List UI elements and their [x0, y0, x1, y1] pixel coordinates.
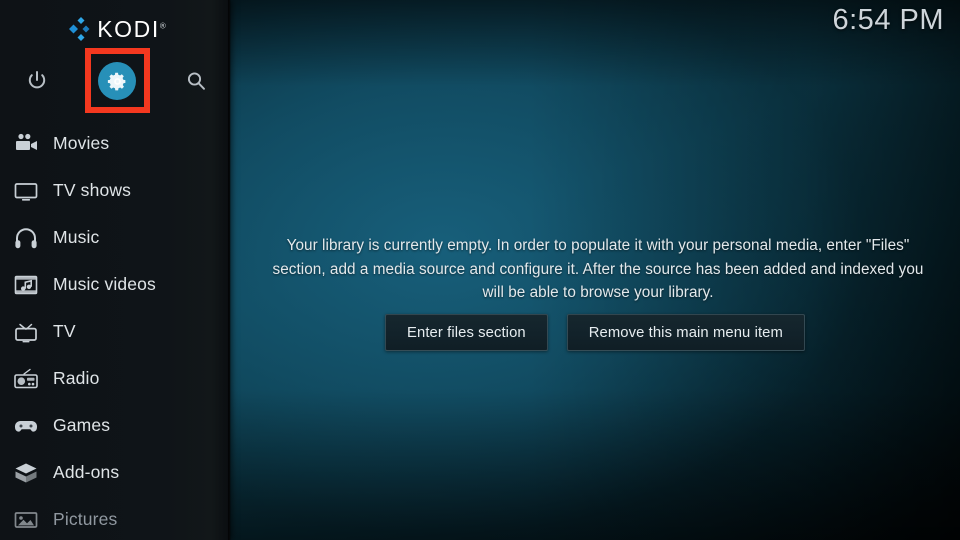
sidebar-item-label: TV shows — [53, 180, 132, 200]
sidebar-item-music[interactable]: Music — [0, 214, 230, 261]
sidebar-item-movies[interactable]: Movies — [0, 120, 230, 167]
settings-circle — [98, 62, 136, 100]
sidebar-item-label: Pictures — [53, 509, 118, 529]
sidebar-item-radio[interactable]: Radio — [0, 355, 230, 402]
sidebar-top-actions — [0, 48, 230, 114]
retro-tv-icon — [11, 317, 41, 347]
television-icon — [11, 176, 41, 206]
search-icon — [187, 72, 205, 90]
sidebar-item-label: TV — [53, 321, 76, 341]
main-content: Your library is currently empty. In orde… — [230, 0, 960, 540]
sidebar-item-add-ons[interactable]: Add-ons — [0, 449, 230, 496]
empty-library-message: Your library is currently empty. In orde… — [272, 237, 924, 301]
headphones-icon — [11, 223, 41, 253]
search-button[interactable] — [163, 48, 229, 114]
action-button-row: Enter files section Remove this main men… — [230, 314, 960, 351]
sidebar-item-label: Music videos — [53, 274, 156, 294]
enter-files-section-button[interactable]: Enter files section — [385, 314, 548, 351]
gear-icon — [107, 72, 126, 90]
kodi-home-screen: 6:54 PM Your library is currently empty.… — [0, 0, 960, 540]
picture-icon — [11, 505, 41, 535]
sidebar-item-label: Radio — [53, 368, 100, 388]
sidebar-item-pictures[interactable]: Pictures — [0, 496, 230, 540]
power-button[interactable] — [4, 48, 70, 114]
sidebar-menu: Movies TV shows Music Music videos TV Ra… — [0, 120, 230, 540]
radio-icon — [11, 364, 41, 394]
kodi-logo-icon — [69, 17, 90, 41]
open-box-icon — [11, 458, 41, 488]
kodi-logo: KODI® — [0, 14, 230, 44]
remove-main-menu-item-button[interactable]: Remove this main menu item — [566, 314, 805, 351]
film-music-icon — [11, 270, 41, 300]
sidebar-item-label: Add-ons — [53, 462, 120, 482]
settings-button[interactable] — [84, 48, 150, 114]
power-icon — [28, 71, 46, 89]
sidebar-edge — [228, 0, 231, 540]
sidebar: KODI® Movies TV shows Music Music videos… — [0, 0, 230, 540]
sidebar-item-tv[interactable]: TV — [0, 308, 230, 355]
kodi-wordmark-text: KODI — [97, 15, 160, 42]
sidebar-item-label: Music — [53, 227, 100, 247]
gamepad-icon — [11, 411, 41, 441]
kodi-trademark: ® — [159, 20, 166, 30]
sidebar-item-tv-shows[interactable]: TV shows — [0, 167, 230, 214]
sidebar-item-label: Movies — [53, 133, 110, 153]
kodi-wordmark: KODI® — [97, 15, 166, 42]
sidebar-item-games[interactable]: Games — [0, 402, 230, 449]
sidebar-item-music-videos[interactable]: Music videos — [0, 261, 230, 308]
movie-camera-icon — [11, 129, 41, 159]
sidebar-item-label: Games — [53, 415, 111, 435]
